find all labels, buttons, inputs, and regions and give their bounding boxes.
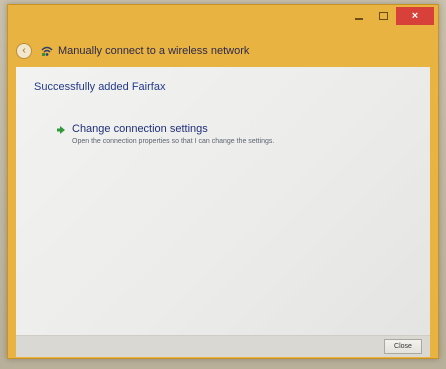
maximize-icon xyxy=(378,12,388,20)
dialog-footer: Close xyxy=(16,335,430,357)
close-icon: × xyxy=(411,10,419,22)
dialog-title: Manually connect to a wireless network xyxy=(58,45,250,57)
status-message: Successfully added Fairfax xyxy=(34,81,166,93)
title-bar[interactable]: × xyxy=(8,5,438,33)
minimize-icon xyxy=(355,18,363,20)
back-arrow-icon: ‹ xyxy=(22,45,26,56)
minimize-button[interactable] xyxy=(348,7,370,25)
navigation-bar: ‹ Manually connect to a wireless network xyxy=(8,33,438,69)
maximize-button[interactable] xyxy=(372,7,394,25)
option-title: Change connection settings xyxy=(72,123,208,135)
screen: × ‹ Manually connect to a wireless netwo… xyxy=(0,0,446,369)
back-button[interactable]: ‹ xyxy=(16,43,32,59)
wireless-network-icon xyxy=(40,44,54,58)
window-close-button[interactable]: × xyxy=(396,7,434,25)
dialog-window: × ‹ Manually connect to a wireless netwo… xyxy=(7,4,439,359)
content-panel: Successfully added Fairfax Change connec… xyxy=(16,67,430,335)
green-arrow-icon xyxy=(57,126,65,134)
window-controls: × xyxy=(348,7,434,25)
option-description: Open the connection properties so that I… xyxy=(72,138,275,145)
close-button[interactable]: Close xyxy=(384,339,422,354)
